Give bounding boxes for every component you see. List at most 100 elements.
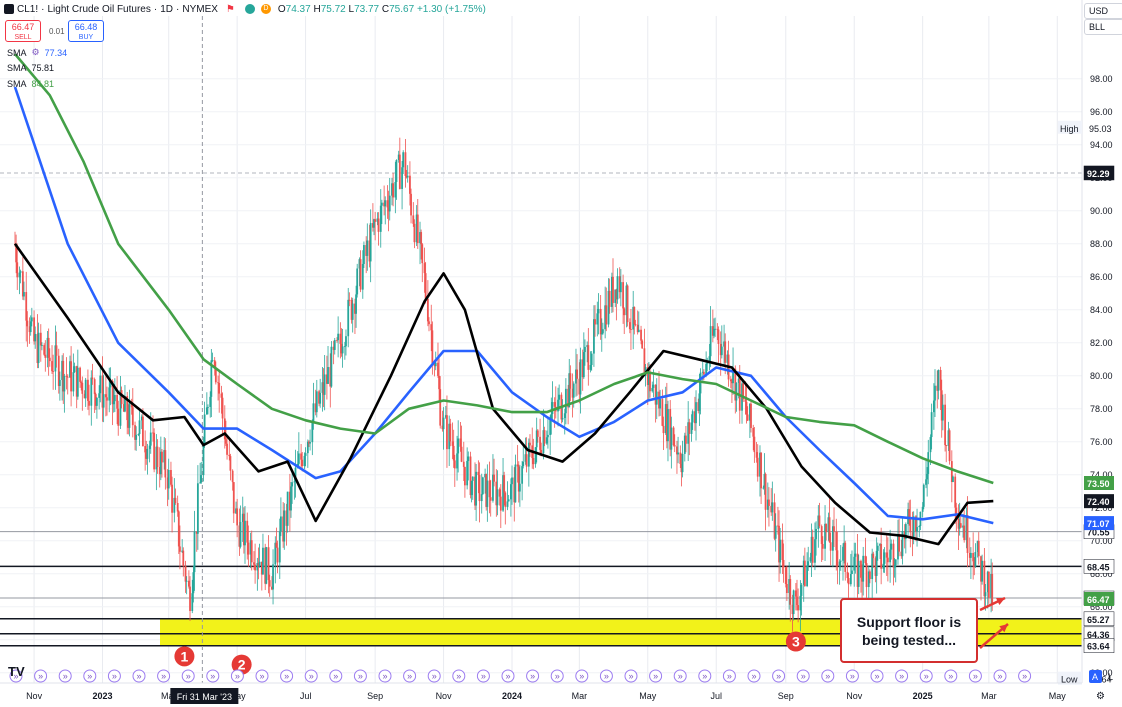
candle-body — [782, 559, 785, 568]
candle-body — [209, 396, 212, 408]
candle-body — [929, 437, 932, 453]
candle-body — [630, 329, 632, 330]
candle-body — [457, 438, 460, 454]
candle-body — [258, 561, 261, 566]
candle-body — [679, 452, 682, 464]
x-tick-label: 2024 — [502, 691, 522, 701]
candle-body — [312, 403, 315, 422]
buy-button[interactable]: 66.48 BUY — [68, 20, 104, 42]
candle-body — [753, 436, 756, 453]
candle-body — [649, 371, 651, 392]
symbol-name[interactable]: CL1! — [17, 4, 38, 15]
candle-body — [729, 379, 732, 382]
candle-body — [104, 394, 107, 398]
candle-body — [599, 308, 602, 335]
interval-label[interactable]: 1D — [160, 4, 173, 15]
candle-body — [890, 543, 893, 550]
candle-body — [688, 422, 691, 434]
candle-body — [633, 306, 636, 325]
candle-body — [667, 409, 669, 442]
candle-body — [128, 402, 131, 428]
event-icon-glyph: » — [112, 671, 117, 681]
candle-body — [280, 516, 282, 532]
candle-body — [932, 400, 935, 413]
candle-body — [640, 329, 642, 341]
indicator-icon: ⚙ — [31, 47, 40, 57]
candle-body — [954, 476, 957, 508]
candle-body — [952, 476, 954, 483]
candle-body — [87, 379, 89, 401]
candle-body — [459, 438, 462, 447]
price-tag-label: 66.47 — [1087, 595, 1110, 605]
candle-body — [192, 572, 195, 594]
candle-body — [540, 449, 543, 454]
indicator-sma-1[interactable]: SMA ⚙ 77.34 — [7, 47, 67, 58]
candle-body — [327, 367, 329, 384]
candle-body — [525, 454, 528, 467]
candle-body — [991, 573, 994, 604]
candle-body — [220, 393, 223, 398]
candle-body — [117, 408, 120, 426]
y-tick-label: 78.00 — [1090, 404, 1113, 414]
x-tick-label: Jul — [710, 691, 722, 701]
candle-body — [959, 523, 962, 528]
candle-body — [221, 397, 224, 419]
event-icon-glyph: » — [333, 671, 338, 681]
flag-icon[interactable]: ⚑ — [226, 4, 235, 15]
x-tick-label: Mar — [572, 691, 588, 701]
candle-body — [673, 445, 676, 447]
candle-body — [26, 320, 29, 327]
candle-body — [659, 398, 662, 409]
candle-body — [972, 552, 975, 562]
low-value: 73.77 — [354, 3, 380, 15]
high-value: 95.03 — [1089, 124, 1112, 134]
sell-button[interactable]: 66.47 SELL — [5, 20, 41, 42]
candle-body — [885, 552, 888, 558]
auto-scale-label: A — [1092, 672, 1098, 682]
candle-body — [278, 531, 281, 563]
unit-selector[interactable]: BLL — [1084, 19, 1122, 35]
candle-body — [55, 345, 58, 356]
indicator-sma-3[interactable]: SMA 84.81 — [7, 79, 54, 89]
candle-body — [394, 181, 397, 198]
tradingview-logo[interactable]: TV — [8, 664, 25, 679]
candle-body — [930, 412, 933, 438]
candle-body — [137, 434, 140, 435]
event-icon-glyph: » — [284, 671, 289, 681]
price-tag-label: 64.36 — [1087, 630, 1110, 640]
y-tick-label: 90.00 — [1090, 206, 1113, 216]
candle-body — [600, 333, 603, 335]
candle-body — [670, 427, 673, 450]
candle-body — [927, 452, 930, 474]
candle-body — [467, 456, 470, 461]
candle-body — [926, 473, 929, 480]
candle-body — [135, 434, 138, 440]
candle-body — [392, 183, 394, 198]
y-tick-label: 84.00 — [1090, 305, 1113, 315]
candle-body — [527, 442, 530, 467]
event-icon-glyph: » — [628, 671, 633, 681]
candle-body — [510, 484, 512, 500]
candle-body — [987, 571, 990, 598]
y-tick-label: 82.00 — [1090, 338, 1113, 348]
candle-body — [347, 299, 350, 337]
candle-body — [829, 542, 832, 551]
candle-body — [594, 319, 596, 325]
y-tick-label: 96.00 — [1090, 107, 1113, 117]
event-icon-glyph: » — [579, 671, 584, 681]
candle-body — [545, 437, 548, 444]
candle-body — [112, 401, 115, 405]
candle-body — [98, 393, 101, 398]
candle-body — [493, 474, 495, 482]
chart-header: CL1! · Light Crude Oil Futures · 1D · NY… — [4, 2, 486, 16]
candle-body — [420, 232, 423, 245]
indicator-sma-2[interactable]: SMA 75.81 — [7, 63, 54, 73]
candle-body — [423, 263, 426, 274]
candle-body — [90, 377, 93, 406]
candle-body — [549, 419, 552, 435]
candle-body — [536, 430, 539, 437]
candle-body — [619, 282, 622, 293]
candle-body — [177, 511, 180, 547]
currency-selector[interactable]: USD — [1084, 3, 1122, 19]
candle-body — [47, 337, 50, 358]
